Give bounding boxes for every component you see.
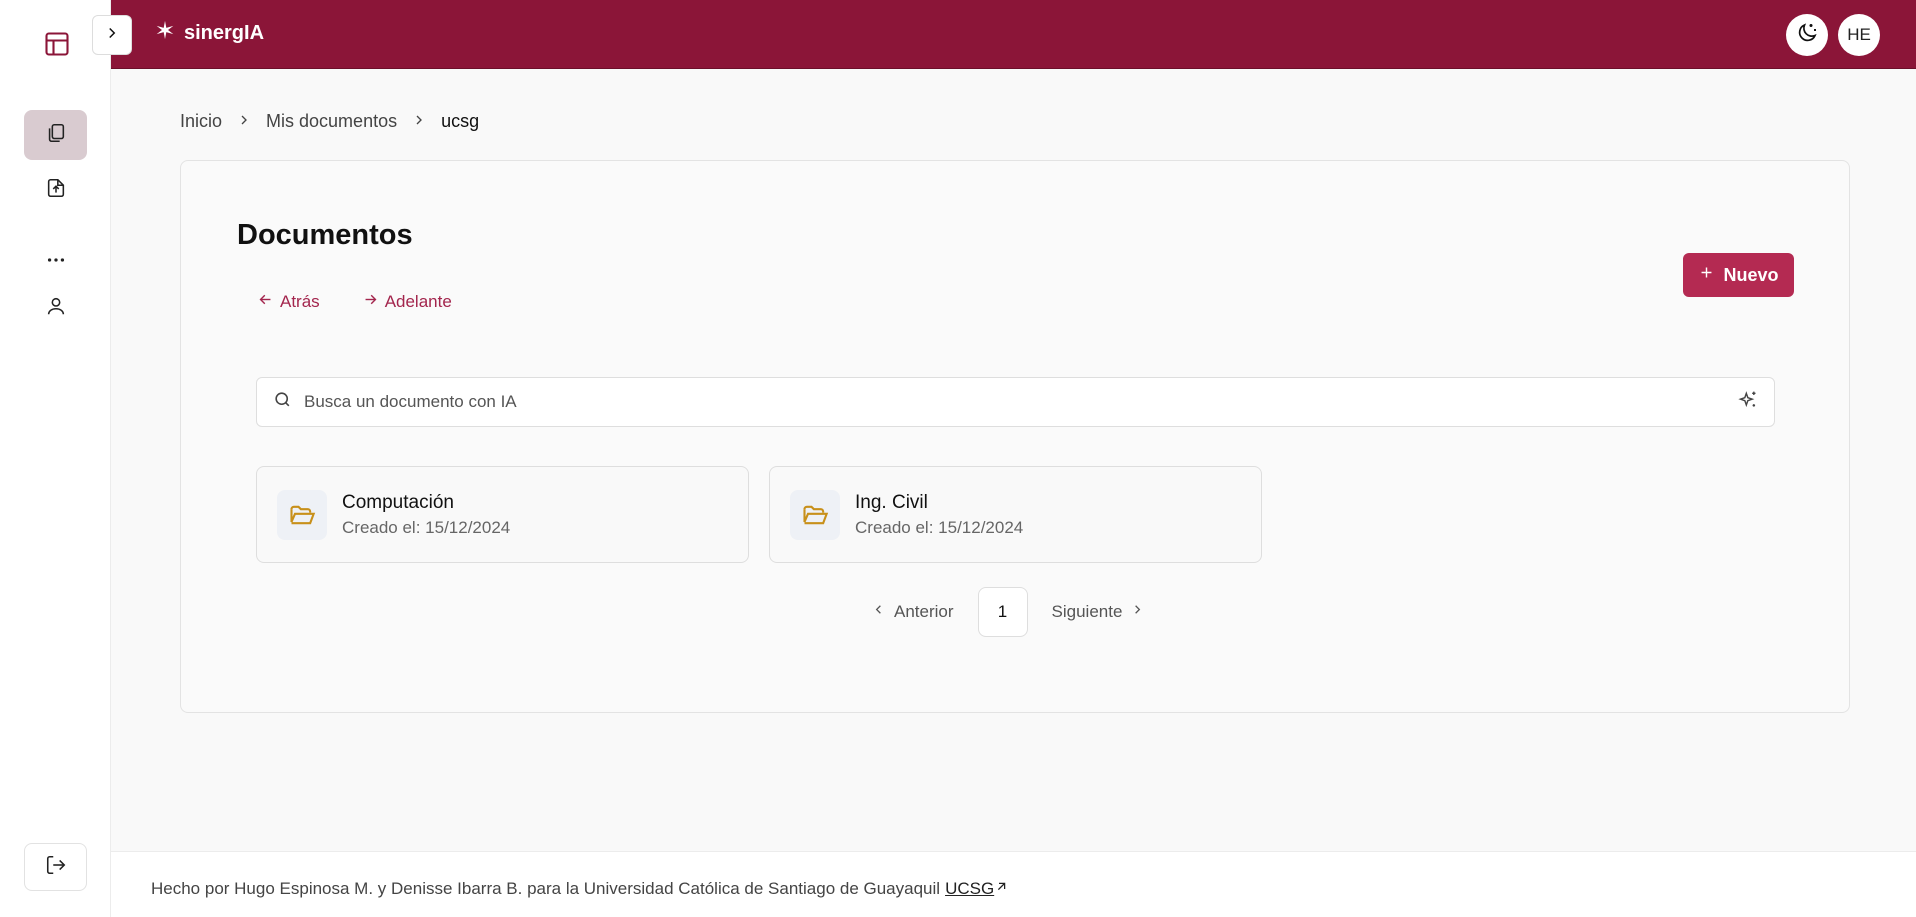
- forward-link[interactable]: Adelante: [362, 291, 452, 313]
- page-number-button[interactable]: 1: [977, 587, 1028, 637]
- new-label: Nuevo: [1723, 264, 1779, 285]
- logout-button[interactable]: [24, 843, 87, 891]
- sidebar-item-documents[interactable]: [24, 110, 87, 160]
- layout-icon: [43, 30, 71, 58]
- arrow-right-icon: [362, 291, 379, 313]
- sidebar-item-upload[interactable]: [24, 165, 87, 215]
- previous-page-button[interactable]: Anterior: [871, 602, 954, 622]
- brand-name: sinergIA: [184, 21, 265, 44]
- user-icon: [45, 295, 67, 322]
- chevron-right-icon: [236, 112, 252, 131]
- sidebar: [0, 0, 111, 917]
- footer: Hecho por Hugo Espinosa M. y Denisse Iba…: [111, 851, 1916, 917]
- sidebar-item-profile[interactable]: [24, 283, 87, 333]
- documents-card: Documentos Atrás Adelante Nuevo Busca un…: [180, 160, 1850, 713]
- footer-text: Hecho por Hugo Espinosa M. y Denisse Iba…: [151, 879, 1009, 899]
- folder-date: Creado el: 15/12/2024: [855, 517, 1024, 537]
- breadcrumb-item-inicio[interactable]: Inicio: [180, 111, 222, 132]
- more-icon: [45, 249, 67, 276]
- breadcrumb-item-current: ucsg: [441, 111, 480, 131]
- folder-card-computacion[interactable]: Computación Creado el: 15/12/2024: [256, 466, 749, 563]
- folder-date: Creado el: 15/12/2024: [342, 517, 511, 537]
- chevron-right-icon: [411, 112, 427, 131]
- next-label: Siguiente: [1051, 602, 1123, 621]
- avatar[interactable]: HE: [1838, 14, 1880, 56]
- search-bar: [256, 377, 1775, 427]
- folder-list: Computación Creado el: 15/12/2024 Ing. C…: [256, 466, 1262, 563]
- breadcrumb: Inicio Mis documentos ucsg: [180, 111, 479, 132]
- logout-icon: [45, 854, 67, 881]
- forward-label: Adelante: [384, 292, 452, 311]
- breadcrumb-item-mis-documentos[interactable]: Mis documentos: [266, 111, 397, 132]
- external-link-icon: [994, 879, 1009, 899]
- page-title: Documentos: [237, 219, 413, 251]
- folder-info: Ing. Civil Creado el: 15/12/2024: [855, 492, 1023, 538]
- footer-credits: Hecho por Hugo Espinosa M. y Denisse Iba…: [151, 879, 941, 898]
- back-label: Atrás: [280, 292, 320, 311]
- previous-label: Anterior: [894, 602, 954, 621]
- history-navigation: Atrás Adelante: [257, 291, 452, 313]
- top-bar: sinergIA HE: [111, 0, 1916, 69]
- sidebar-item-more[interactable]: [24, 237, 87, 287]
- arrow-left-icon: [257, 291, 274, 313]
- next-page-button[interactable]: Siguiente: [1052, 602, 1146, 622]
- chevron-right-icon: [1130, 602, 1145, 622]
- chevron-left-icon: [871, 602, 886, 622]
- search-icon: [273, 390, 292, 414]
- folder-name: Ing. Civil: [855, 491, 928, 513]
- documents-icon: [45, 122, 67, 149]
- back-link[interactable]: Atrás: [257, 291, 320, 313]
- sparkle-logo-icon: [155, 20, 175, 46]
- brand[interactable]: sinergIA: [155, 20, 264, 46]
- folder-open-icon: [277, 489, 327, 540]
- chevron-right-icon: [103, 24, 121, 47]
- file-upload-icon: [45, 177, 67, 204]
- search-input[interactable]: [304, 392, 1738, 412]
- folder-card-ing-civil[interactable]: Ing. Civil Creado el: 15/12/2024: [769, 466, 1262, 563]
- folder-info: Computación Creado el: 15/12/2024: [342, 492, 510, 538]
- sidebar-toggle-button[interactable]: [92, 15, 132, 55]
- plus-icon: [1698, 264, 1715, 286]
- folder-open-icon: [790, 489, 840, 540]
- folder-name: Computación: [342, 491, 454, 513]
- ai-sparkles-icon[interactable]: [1738, 390, 1758, 415]
- new-button[interactable]: Nuevo: [1683, 253, 1794, 297]
- moon-stars-icon: [1795, 21, 1819, 50]
- theme-toggle-button[interactable]: [1786, 14, 1828, 56]
- pagination: Anterior 1 Siguiente: [871, 587, 1145, 637]
- ucsg-link[interactable]: UCSG: [945, 879, 994, 899]
